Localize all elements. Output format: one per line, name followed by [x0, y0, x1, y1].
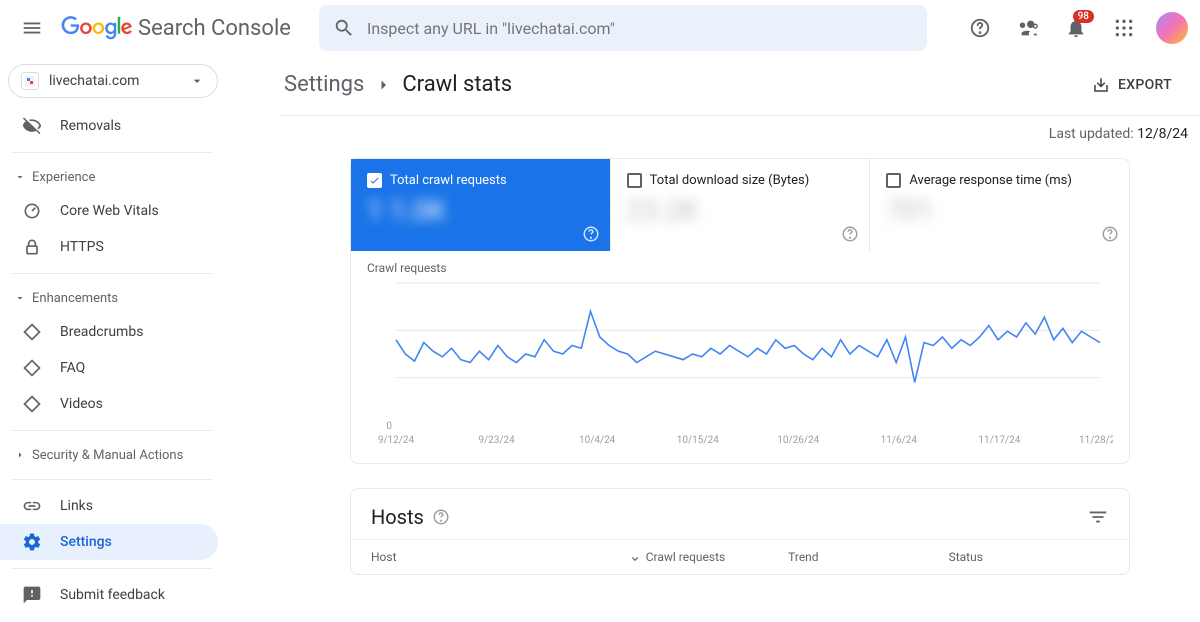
- chart-title: Crawl requests: [367, 261, 1113, 275]
- chevron-down-icon: [14, 171, 26, 183]
- help-icon[interactable]: [582, 225, 600, 243]
- sidebar-item-feedback[interactable]: Submit feedback: [0, 577, 218, 613]
- product-logo[interactable]: Search Console: [60, 16, 291, 41]
- metric-response-time[interactable]: Average response time (ms) 701: [870, 159, 1129, 251]
- svg-text:9/12/24: 9/12/24: [378, 435, 415, 446]
- chevron-right-icon: [14, 449, 26, 461]
- metric-download-size[interactable]: Total download size (Bytes) 23.2K: [611, 159, 871, 251]
- chevron-down-icon: [14, 292, 26, 304]
- sidebar-section-enhancements[interactable]: Enhancements: [0, 282, 280, 314]
- divider: [12, 568, 212, 569]
- diamond-icon: [22, 358, 42, 378]
- metric-value: 701: [886, 194, 1113, 227]
- svg-text:11/17/24: 11/17/24: [978, 435, 1020, 446]
- col-crawl-requests[interactable]: Crawl requests: [628, 550, 788, 564]
- export-button[interactable]: EXPORT: [1092, 76, 1172, 94]
- svg-text:10/4/24: 10/4/24: [579, 435, 616, 446]
- svg-text:9/23/24: 9/23/24: [478, 435, 515, 446]
- lock-icon: [22, 237, 42, 257]
- property-domain: livechatai.com: [49, 73, 179, 89]
- main-content: Settings Crawl stats EXPORT Last updated…: [280, 56, 1200, 622]
- download-icon: [1092, 76, 1110, 94]
- google-logo-icon: [60, 16, 134, 40]
- hosts-card: Hosts Host Crawl requests Trend Status: [350, 488, 1130, 575]
- sidebar-item-breadcrumbs[interactable]: Breadcrumbs: [0, 314, 218, 350]
- gear-icon: [22, 532, 42, 552]
- col-host[interactable]: Host: [371, 550, 628, 564]
- search-input[interactable]: [367, 19, 913, 38]
- sidebar-item-faq[interactable]: FAQ: [0, 350, 218, 386]
- sidebar-item-videos[interactable]: Videos: [0, 386, 218, 422]
- sidebar-item-links[interactable]: Links: [0, 488, 218, 524]
- apps-button[interactable]: [1104, 8, 1144, 48]
- diamond-icon: [22, 394, 42, 414]
- col-status[interactable]: Status: [949, 550, 1109, 564]
- sidebar-item-removals[interactable]: Removals: [0, 108, 218, 144]
- eye-off-icon: [22, 116, 42, 136]
- chevron-down-icon: [189, 73, 205, 89]
- url-search-box[interactable]: [319, 5, 927, 51]
- links-icon: [22, 496, 42, 516]
- svg-text:11/6/24: 11/6/24: [881, 435, 918, 446]
- hosts-title: Hosts: [371, 505, 424, 529]
- help-icon[interactable]: [1101, 225, 1119, 243]
- checkbox-checked-icon: [367, 173, 382, 188]
- sidebar-item-settings[interactable]: Settings: [0, 524, 218, 560]
- checkbox-icon: [627, 173, 642, 188]
- svg-text:10/26/24: 10/26/24: [777, 435, 819, 446]
- product-name: Search Console: [138, 16, 291, 41]
- notification-badge: 98: [1073, 10, 1094, 23]
- users-button[interactable]: [1008, 8, 1048, 48]
- checkbox-icon: [886, 173, 901, 188]
- metric-value: 23.2K: [627, 194, 854, 227]
- filter-button[interactable]: [1087, 506, 1109, 528]
- divider: [12, 152, 212, 153]
- sidebar-item-about[interactable]: About Search Console: [0, 613, 218, 622]
- last-updated: Last updated: 12/8/24: [280, 116, 1200, 158]
- metric-value: 1 1.0K: [367, 194, 594, 227]
- svg-text:11/28/24: 11/28/24: [1079, 435, 1113, 446]
- property-selector[interactable]: livechatai.com: [8, 64, 218, 98]
- avatar[interactable]: [1156, 12, 1188, 44]
- help-icon[interactable]: [432, 508, 450, 526]
- crawl-stats-card: Total crawl requests 1 1.0K Total downlo…: [350, 158, 1130, 464]
- sidebar: livechatai.com Removals Experience Core …: [0, 56, 280, 622]
- divider: [12, 479, 212, 480]
- breadcrumb-root[interactable]: Settings: [284, 72, 364, 97]
- sidebar-item-core-web-vitals[interactable]: Core Web Vitals: [0, 193, 218, 229]
- breadcrumb-page: Crawl stats: [402, 72, 512, 97]
- feedback-icon: [22, 585, 42, 605]
- crawl-chart: 0 9/12/24 9/23/24 10/4/24 10/15/24 10/26/24 11…: [367, 279, 1113, 449]
- metric-crawl-requests[interactable]: Total crawl requests 1 1.0K: [351, 159, 611, 251]
- divider: [12, 273, 212, 274]
- svg-text:10/15/24: 10/15/24: [677, 435, 719, 446]
- help-icon[interactable]: [841, 225, 859, 243]
- property-icon: [21, 72, 39, 90]
- svg-text:0: 0: [386, 421, 392, 432]
- diamond-icon: [22, 322, 42, 342]
- menu-button[interactable]: [12, 8, 52, 48]
- help-button[interactable]: [960, 8, 1000, 48]
- sidebar-section-experience[interactable]: Experience: [0, 161, 280, 193]
- chevron-right-icon: [374, 76, 392, 94]
- divider: [12, 430, 212, 431]
- gauge-icon: [22, 201, 42, 221]
- col-trend[interactable]: Trend: [788, 550, 948, 564]
- hosts-table-header: Host Crawl requests Trend Status: [351, 539, 1129, 574]
- sidebar-section-security[interactable]: Security & Manual Actions: [0, 439, 280, 471]
- notifications-button[interactable]: 98: [1056, 8, 1096, 48]
- search-icon: [333, 17, 355, 39]
- arrow-down-icon: [628, 550, 642, 564]
- sidebar-item-https[interactable]: HTTPS: [0, 229, 218, 265]
